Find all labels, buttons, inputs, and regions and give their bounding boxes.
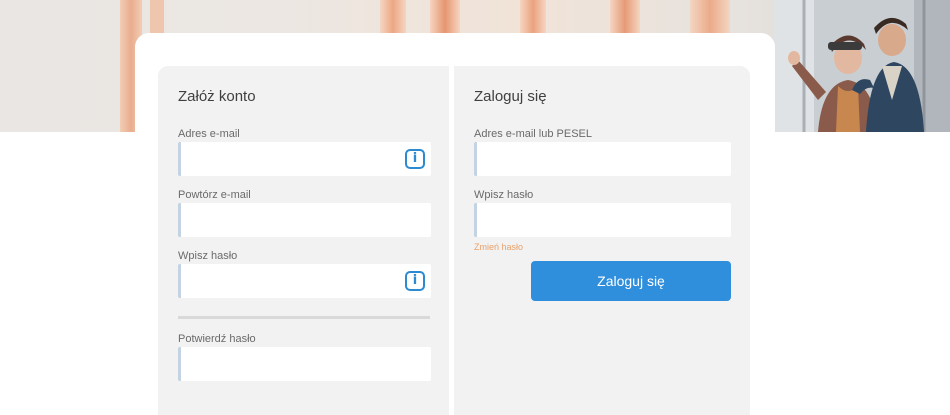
- login-id-field[interactable]: [474, 142, 731, 176]
- email-field[interactable]: [178, 142, 431, 176]
- confirm-password-field[interactable]: [178, 347, 431, 381]
- login-password-field[interactable]: [474, 203, 731, 237]
- login-title: Zaloguj się: [474, 88, 547, 105]
- repeat-email-label: Powtórz e-mail: [178, 189, 251, 201]
- password-label: Wpisz hasło: [178, 250, 238, 262]
- confirm-password-label: Potwierdź hasło: [178, 333, 256, 345]
- info-icon[interactable]: i: [405, 271, 425, 291]
- register-title: Załóż konto: [178, 88, 256, 105]
- login-panel: Zaloguj się Adres e-mail lub PESEL Wpisz…: [454, 66, 750, 415]
- login-password-label: Wpisz hasło: [474, 189, 534, 201]
- section-divider: [178, 316, 430, 319]
- password-field[interactable]: [178, 264, 431, 298]
- auth-card: Załóż konto Adres e-mail i Powtórz e-mai…: [135, 33, 775, 415]
- info-icon[interactable]: i: [405, 149, 425, 169]
- email-label: Adres e-mail: [178, 128, 240, 140]
- couple-photo: [774, 0, 950, 132]
- login-id-label: Adres e-mail lub PESEL: [474, 128, 592, 140]
- register-panel: Załóż konto Adres e-mail i Powtórz e-mai…: [158, 66, 449, 415]
- login-button[interactable]: Zaloguj się: [531, 261, 731, 301]
- change-password-link[interactable]: Zmień hasło: [474, 242, 523, 252]
- couple-photo-illustration: [774, 0, 950, 132]
- repeat-email-field[interactable]: [178, 203, 431, 237]
